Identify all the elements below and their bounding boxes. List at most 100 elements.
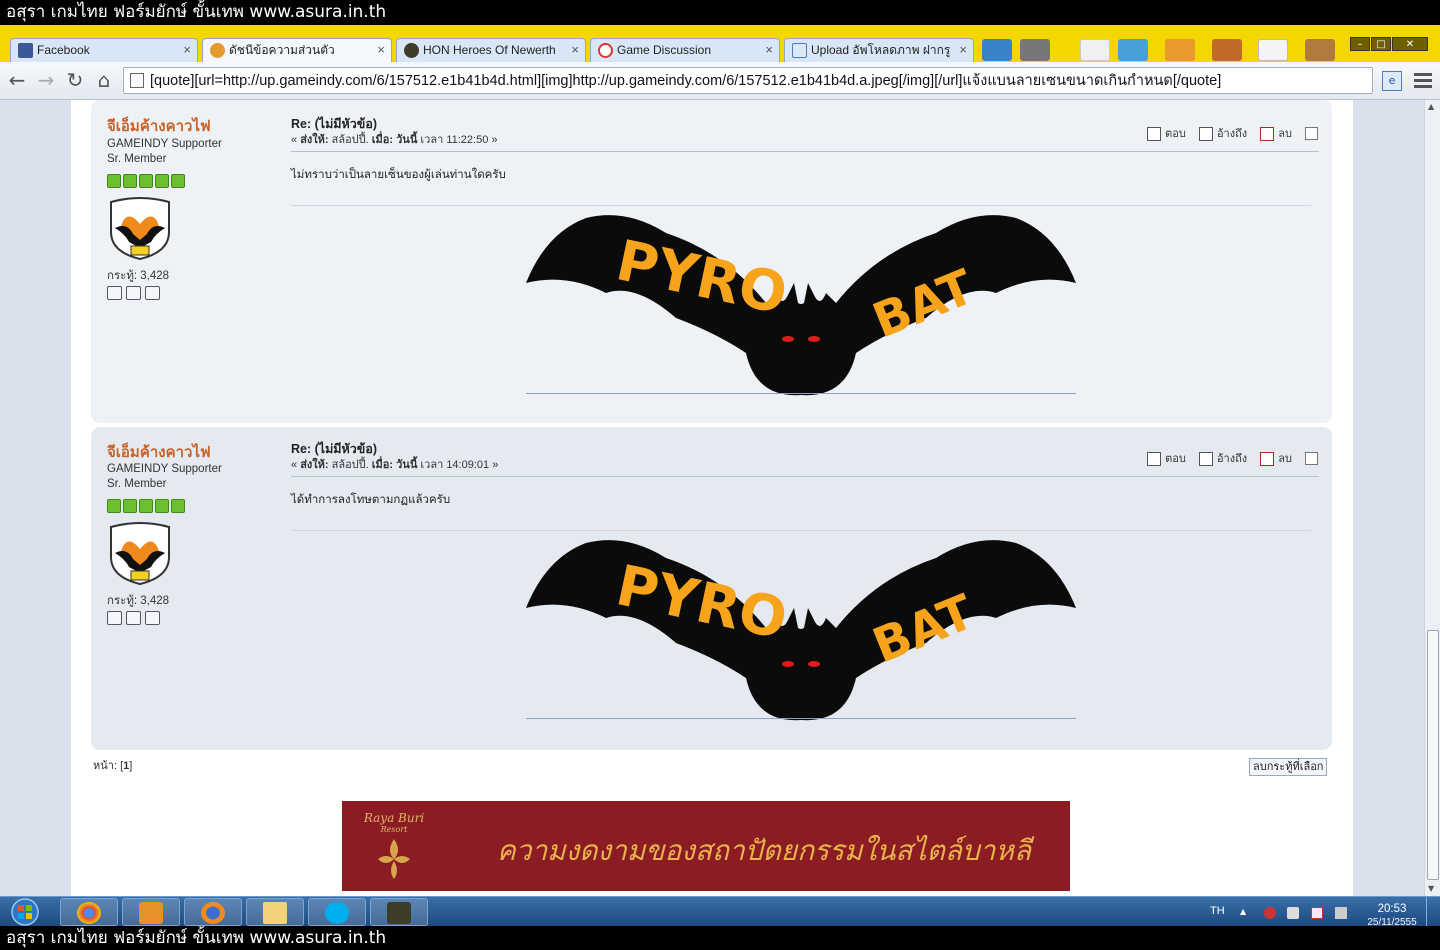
post-body: ไม่ทราบว่าเป็นลายเซ็นของผู้เล่นท่านใดครั… (291, 169, 506, 181)
poster-rank: Sr. Member (107, 478, 167, 490)
taskbar-hon[interactable] (370, 898, 428, 926)
forward-button[interactable]: → (34, 68, 58, 92)
home-button[interactable]: ⌂ (92, 68, 116, 92)
signature-image: PYRO BAT (526, 215, 1076, 396)
poster-icons (107, 285, 164, 301)
post-count: กระทู้: 3,428 (107, 595, 170, 607)
reply-button[interactable]: ตอบ (1147, 124, 1186, 142)
star-icon (107, 499, 121, 513)
quote-icon (1198, 127, 1213, 142)
star-icon (171, 174, 185, 188)
quote-button[interactable]: อ้างถึง (1198, 124, 1247, 142)
post-meta: « ส่งให้: สล้อปปี้. เมื่อ: วันนี้ เวลา 1… (291, 134, 498, 146)
forum-post: จีเอ็มค้างคาวไฟ GAMEINDY Supporter Sr. M… (91, 100, 1332, 423)
back-button[interactable]: ← (5, 68, 29, 92)
tab-close-icon[interactable]: × (377, 39, 385, 61)
minimize-button[interactable]: – (1350, 37, 1370, 51)
email-icon[interactable] (126, 286, 141, 300)
page-icon (130, 73, 144, 88)
browser-toolbar: ← → ↻ ⌂ [quote][url=http://up.gameindy.c… (0, 62, 1440, 100)
address-bar[interactable]: [quote][url=http://up.gameindy.com/6/157… (123, 67, 1373, 94)
tab-close-icon[interactable]: × (571, 39, 579, 61)
language-indicator[interactable]: TH (1210, 905, 1225, 917)
quote-button[interactable]: อ้างถึง (1198, 449, 1247, 467)
delete-icon (1260, 127, 1275, 142)
pagination: หน้า: [1] (93, 760, 133, 772)
theme-decoration (1080, 39, 1110, 61)
reload-button[interactable]: ↻ (63, 68, 87, 92)
theme-decoration (1020, 39, 1050, 61)
scroll-down-icon[interactable]: ▼ (1428, 884, 1434, 893)
tray-app-icon[interactable] (1264, 907, 1276, 919)
taskbar-explorer[interactable] (246, 898, 304, 926)
image-border (526, 718, 1076, 719)
delete-icon (1260, 452, 1275, 467)
tab-upload[interactable]: Upload อัพโหลดภาพ ฝากรูป × (784, 38, 974, 62)
signature-image: PYRO BAT (526, 540, 1076, 721)
start-button[interactable] (6, 897, 44, 927)
forum-post: จีเอ็มค้างคาวไฟ GAMEINDY Supporter Sr. M… (91, 427, 1332, 750)
taskbar-chrome[interactable] (60, 898, 118, 926)
tab-facebook[interactable]: Facebook × (10, 38, 198, 62)
message-icon[interactable] (145, 286, 160, 300)
taskbar-firefox[interactable] (184, 898, 242, 926)
select-checkbox[interactable] (1305, 451, 1318, 465)
delete-button[interactable]: ลบ (1260, 449, 1292, 467)
post-meta: « ส่งให้: สล้อปปี้. เมื่อ: วันนี้ เวลา 1… (291, 459, 499, 471)
message-icon[interactable] (145, 611, 160, 625)
scroll-up-icon[interactable]: ▲ (1428, 102, 1434, 111)
poster-group: GAMEINDY Supporter (107, 138, 222, 150)
maximize-button[interactable]: □ (1371, 37, 1391, 51)
avatar (110, 197, 170, 260)
extension-icon[interactable]: e (1382, 71, 1402, 91)
chrome-icon (77, 902, 101, 924)
post-actions: ตอบ อ้างถึง ลบ (1137, 449, 1318, 467)
profile-icon[interactable] (107, 286, 122, 300)
select-checkbox[interactable] (1305, 126, 1318, 140)
network-icon[interactable] (1335, 907, 1347, 919)
ad-text: ความงดงามของสถาปัตยกรรมในสไตล์บาหลี (497, 834, 1032, 867)
tray-expand-icon[interactable]: ▲ (1240, 907, 1252, 919)
close-window-button[interactable]: ✕ (1392, 37, 1428, 51)
folder-icon (263, 902, 287, 924)
tab-close-icon[interactable]: × (183, 39, 191, 61)
tab-close-icon[interactable]: × (959, 39, 967, 61)
poster-group: GAMEINDY Supporter (107, 463, 222, 475)
tab-close-icon[interactable]: × (765, 39, 773, 61)
poster-icons (107, 610, 164, 626)
page-viewport: จีเอ็มค้างคาวไฟ GAMEINDY Supporter Sr. M… (0, 100, 1424, 896)
delete-selected-button[interactable]: ลบกระทู้ที่เลือก (1249, 758, 1328, 776)
poster-name[interactable]: จีเอ็มค้างคาวไฟ (107, 440, 211, 464)
taskbar-app[interactable] (122, 898, 180, 926)
hon-icon (387, 902, 411, 924)
show-desktop-button[interactable] (1426, 897, 1440, 927)
forum-content: จีเอ็มค้างคาวไฟ GAMEINDY Supporter Sr. M… (71, 100, 1353, 896)
tab-game-discussion[interactable]: Game Discussion × (590, 38, 780, 62)
skype-icon (325, 902, 349, 924)
profile-icon[interactable] (107, 611, 122, 625)
current-page[interactable]: 1 (123, 760, 129, 772)
address-text: [quote][url=http://up.gameindy.com/6/157… (150, 73, 1222, 89)
taskbar-skype[interactable] (308, 898, 366, 926)
email-icon[interactable] (126, 611, 141, 625)
post-body: ได้ทำการลงโทษตามกฏแล้วครับ (291, 494, 451, 506)
delete-button[interactable]: ลบ (1260, 124, 1292, 142)
rank-stars (107, 498, 187, 514)
ornament-icon (378, 839, 410, 879)
theme-decoration (1212, 39, 1242, 61)
theme-decoration (1305, 39, 1335, 61)
star-icon (155, 174, 169, 188)
reply-button[interactable]: ตอบ (1147, 449, 1186, 467)
vertical-scrollbar[interactable]: ▲ ▼ (1424, 100, 1440, 896)
tab-private-messages[interactable]: ดัชนีข้อความส่วนตัว × (202, 38, 392, 62)
poster-name[interactable]: จีเอ็มค้างคาวไฟ (107, 114, 211, 138)
action-center-icon[interactable] (1311, 907, 1323, 919)
firefox-icon (201, 902, 225, 924)
rank-stars (107, 173, 187, 189)
volume-icon[interactable] (1287, 907, 1299, 919)
tab-hon[interactable]: HON Heroes Of Newerth × (396, 38, 586, 62)
menu-icon[interactable] (1414, 70, 1432, 90)
ad-banner[interactable]: Raya Buri Resort ความงดงามของสถาปัตยกรรมใ… (342, 801, 1070, 891)
scrollbar-thumb[interactable] (1427, 630, 1439, 880)
signature-separator (291, 205, 1311, 206)
